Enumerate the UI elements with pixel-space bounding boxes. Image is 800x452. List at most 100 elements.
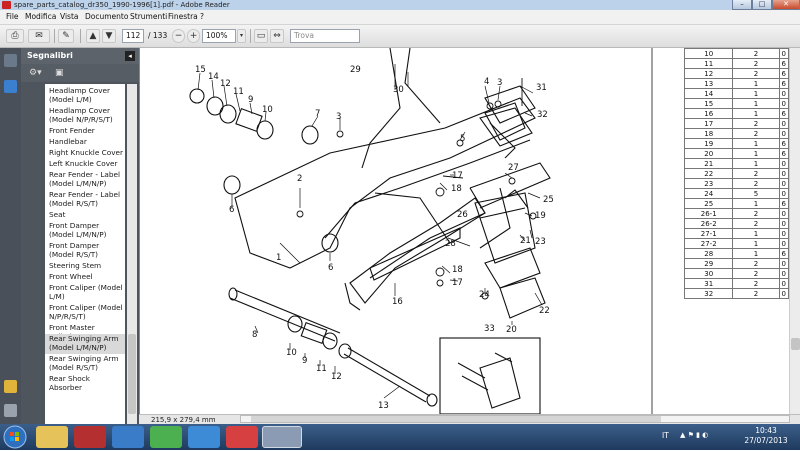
table-cell: 6: [778, 148, 790, 159]
scrollbar-thumb[interactable]: [128, 334, 136, 414]
bookmark-item[interactable]: Handlebar: [45, 137, 125, 148]
callout-label: 17: [452, 171, 463, 181]
print-icon[interactable]: ⎙: [6, 29, 24, 43]
menu-help[interactable]: ?: [200, 10, 204, 24]
bookmark-item[interactable]: Rear Swinging Arm (Model R/S/T): [45, 354, 125, 374]
bookmark-item[interactable]: Front Master Cylinder: [45, 323, 125, 341]
menu-modifica[interactable]: Modifica: [25, 10, 56, 24]
bookmarks-toolbar: ⚙▾ ▣: [21, 64, 139, 82]
bookmark-item[interactable]: Seat: [45, 210, 125, 221]
collapse-panel-icon[interactable]: ◂: [125, 51, 135, 61]
document-vertical-scrollbar[interactable]: [789, 48, 800, 414]
zoom-in-icon[interactable]: +: [187, 29, 200, 43]
chrome-icon[interactable]: [150, 426, 182, 448]
bookmark-item[interactable]: Front Wheel: [45, 272, 125, 283]
zoom-dropdown-icon[interactable]: ▾: [237, 29, 246, 43]
table-cell: 27-1: [683, 228, 734, 239]
table-cell: 2: [732, 168, 780, 179]
bookmark-item[interactable]: Left Knuckle Cover: [45, 159, 125, 170]
table-cell: 1: [732, 148, 780, 159]
bookmark-item[interactable]: Right Knuckle Cover: [45, 148, 125, 159]
bookmark-item[interactable]: Front Damper (Model L/M/N/P): [45, 221, 125, 241]
share-icon[interactable]: ✉: [28, 29, 50, 43]
bookmark-item[interactable]: Rear Fender - Label (Model R/S/T): [45, 190, 125, 210]
bookmark-item[interactable]: Rear Shock Absorber: [45, 374, 125, 392]
bookmark-item[interactable]: Rear Swinging Arm (Model L/M/N/P): [45, 334, 125, 354]
close-button[interactable]: ✕: [772, 0, 800, 10]
explorer-icon[interactable]: [36, 426, 68, 448]
language-indicator[interactable]: IT: [662, 431, 669, 440]
tray-icons[interactable]: ▲ ⚑ ▮ ◐: [680, 431, 730, 441]
table-cell: 0: [778, 288, 790, 299]
table-row: 11 2 6: [683, 58, 790, 69]
callout-label: 31: [536, 83, 547, 93]
menu-finestra[interactable]: Finestra: [168, 10, 198, 24]
table-cell: 31: [683, 278, 734, 289]
adobe-reader-icon: [2, 1, 11, 9]
search-input[interactable]: Trova: [290, 29, 360, 43]
table-row: 10 2 0: [683, 48, 790, 59]
bookmark-item[interactable]: Front Caliper (Model N/P/R/S/T): [45, 303, 125, 323]
bookmarks-icon[interactable]: [4, 80, 17, 93]
leader-lines: [197, 64, 543, 399]
table-cell: 19: [683, 138, 734, 149]
next-page-icon[interactable]: ▼: [102, 29, 116, 43]
bookmark-item[interactable]: Headlamp Cover (Model L/M): [45, 86, 125, 106]
itunes-icon[interactable]: [112, 426, 144, 448]
page-count: / 133: [148, 31, 168, 40]
callout-label: 14: [208, 72, 219, 82]
menu-file[interactable]: File: [6, 10, 19, 24]
page-number-input[interactable]: 112: [122, 29, 144, 43]
menu-documento[interactable]: Documento: [85, 10, 128, 24]
pages-icon[interactable]: [4, 54, 17, 67]
callout-label: 4: [484, 77, 489, 87]
app-icon-2[interactable]: [226, 426, 258, 448]
scrollbar-thumb[interactable]: [251, 416, 661, 422]
bookmarks-header: Segnalibri: [21, 48, 139, 64]
menu-strumenti[interactable]: Strumenti: [130, 10, 167, 24]
start-button[interactable]: [2, 424, 30, 450]
new-bookmark-icon[interactable]: ▣: [55, 67, 69, 79]
adobe-reader-taskbar-icon[interactable]: [262, 426, 302, 448]
bookmark-item[interactable]: Front Caliper (Model L/M): [45, 283, 125, 303]
attachments-icon[interactable]: [4, 404, 17, 417]
table-cell: 10: [683, 48, 734, 59]
comment-icon[interactable]: ✎: [58, 29, 74, 43]
callout-label: 12: [331, 372, 342, 382]
taskbar: IT ▲ ⚑ ▮ ◐ 10:43 27/07/2013: [0, 424, 800, 450]
table-cell: 0: [778, 128, 790, 139]
media-icon[interactable]: [74, 426, 106, 448]
bookmark-item[interactable]: Rear Fender - Label (Model L/M/N/P): [45, 170, 125, 190]
bookmark-item[interactable]: Steering Stem: [45, 261, 125, 272]
table-cell: 6: [778, 138, 790, 149]
menu-vista[interactable]: Vista: [60, 10, 79, 24]
scrollbar-thumb[interactable]: [791, 338, 800, 350]
table-cell: 2: [732, 178, 780, 189]
fit-page-icon[interactable]: ▭: [254, 29, 268, 43]
comments-icon[interactable]: [4, 380, 17, 393]
callout-label: 26: [457, 210, 468, 220]
table-cell: 2: [732, 208, 780, 219]
bookmark-item[interactable]: Front Damper (Model R/S/T): [45, 241, 125, 261]
prev-page-icon[interactable]: ▲: [86, 29, 100, 43]
zoom-out-icon[interactable]: −: [172, 29, 185, 43]
minimize-button[interactable]: –: [732, 0, 752, 10]
separator: [80, 29, 81, 43]
callout-label: 11: [233, 87, 244, 97]
bookmarks-scrollbar[interactable]: [127, 84, 137, 424]
table-row: 27-2 1 0: [683, 238, 790, 249]
callout-label: 33: [484, 324, 495, 334]
document-horizontal-scrollbar[interactable]: [240, 415, 790, 423]
bookmark-item[interactable]: Front Fender: [45, 126, 125, 137]
table-cell: 1: [732, 138, 780, 149]
clock[interactable]: 10:43 27/07/2013: [736, 426, 796, 446]
zoom-input[interactable]: 100%: [202, 29, 236, 43]
fit-width-icon[interactable]: ⇔: [270, 29, 284, 43]
table-cell: 0: [778, 98, 790, 109]
table-cell: 26-2: [683, 218, 734, 229]
app-icon[interactable]: [188, 426, 220, 448]
maximize-button[interactable]: □: [752, 0, 772, 10]
bookmark-item[interactable]: Headlamp Cover (Model N/P/R/S/T): [45, 106, 125, 126]
options-icon[interactable]: ⚙▾: [29, 67, 43, 79]
callout-label: 22: [539, 306, 550, 316]
